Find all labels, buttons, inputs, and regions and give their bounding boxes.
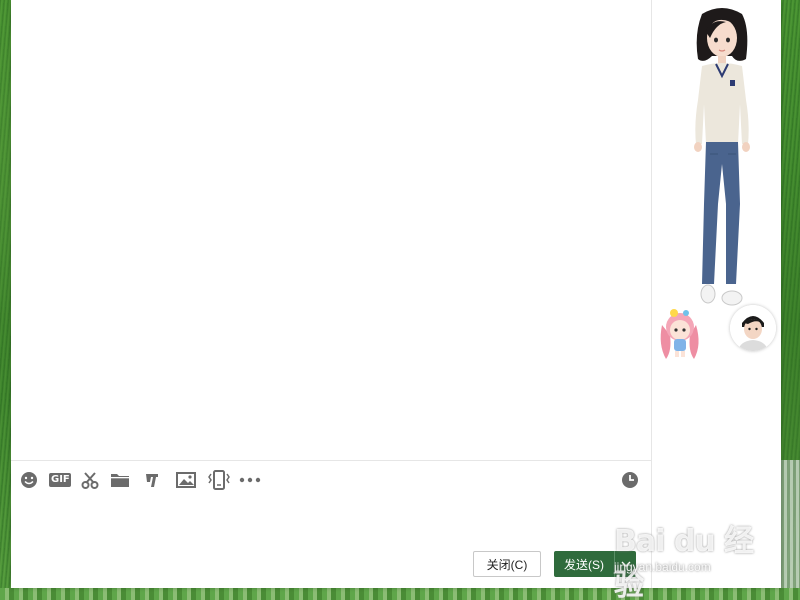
vibrate-phone-icon[interactable] (206, 469, 232, 491)
send-button[interactable]: 发送(S) (554, 551, 614, 577)
self-avatar-image (730, 305, 776, 351)
folder-icon[interactable] (109, 469, 131, 491)
gif-icon[interactable]: GIF (48, 469, 72, 491)
chevron-down-icon (621, 561, 630, 567)
message-history[interactable] (11, 0, 651, 461)
message-input[interactable] (11, 497, 651, 545)
scissors-icon[interactable] (79, 469, 101, 491)
desktop-background-bottom (0, 588, 800, 600)
gif-icon-label: GIF (51, 474, 70, 485)
close-button[interactable]: 关闭(C) (473, 551, 541, 577)
chat-area: GIF 关闭(C) 发送(S) (11, 0, 652, 588)
send-options-button[interactable] (614, 551, 636, 577)
chat-window: GIF 关闭(C) 发送(S) (11, 0, 781, 588)
pet-avatar (660, 309, 699, 359)
clock-icon[interactable] (619, 469, 641, 491)
input-toolbar: GIF (11, 461, 651, 497)
music-note-icon[interactable] (141, 469, 163, 491)
emoji-icon[interactable] (18, 469, 40, 491)
self-avatar[interactable] (730, 305, 776, 351)
contact-avatar-figure (694, 8, 750, 306)
contact-show-panel (652, 0, 781, 588)
more-icon[interactable] (238, 469, 262, 491)
image-icon[interactable] (175, 469, 197, 491)
